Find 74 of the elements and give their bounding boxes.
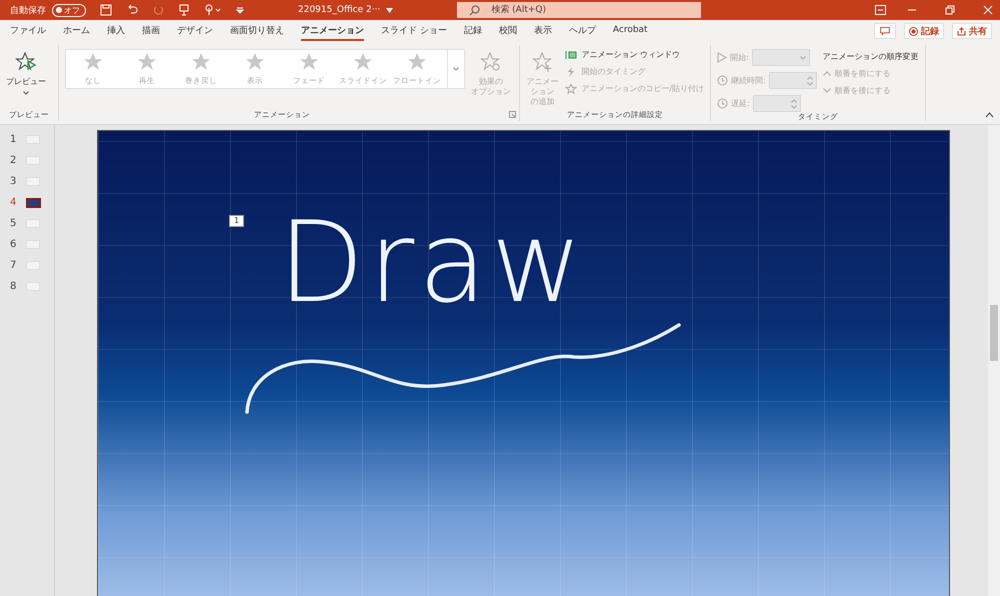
chevron-down-icon	[23, 91, 29, 95]
star-icon	[407, 52, 427, 72]
spin-arrows-icon	[790, 98, 797, 108]
clock-icon	[717, 98, 728, 109]
record-icon	[909, 26, 918, 36]
close-icon[interactable]	[983, 5, 993, 15]
preview-button[interactable]: プレビュー	[6, 49, 46, 95]
start-dropdown[interactable]	[752, 49, 810, 66]
chevron-down-icon	[822, 88, 831, 93]
autosave-toggle[interactable]: オフ	[52, 4, 86, 16]
ribbon-tab[interactable]: ファイル	[10, 22, 46, 40]
star-icon	[137, 52, 157, 72]
star-icon	[299, 52, 319, 72]
slide-number: 7	[10, 260, 18, 271]
ribbon-command[interactable]: アニメーション ウィンドウ	[565, 49, 704, 60]
field-label: 継続時間:	[731, 75, 766, 86]
customize-icon[interactable]	[236, 6, 244, 14]
slide-thumbnail[interactable]	[26, 198, 41, 208]
ribbon-tab[interactable]: ホーム	[63, 22, 90, 40]
ribbon-tab[interactable]: 表示	[534, 22, 552, 40]
field-label: 遅延:	[731, 98, 750, 109]
ribbon-tab[interactable]: 描画	[142, 22, 160, 40]
slide-number: 1	[10, 134, 18, 145]
ribbon-display-icon[interactable]	[875, 5, 886, 15]
share-icon	[957, 26, 966, 36]
star-icon	[191, 52, 211, 72]
search-icon	[469, 5, 480, 16]
ribbon-tab[interactable]: ヘルプ	[568, 22, 596, 40]
ribbon-tab[interactable]: 校閲	[498, 22, 517, 40]
ribbon-tab[interactable]: スライド ショー	[381, 22, 447, 40]
comment-icon[interactable]	[874, 23, 896, 39]
field-label: 開始:	[730, 52, 749, 63]
vertical-scrollbar[interactable]	[988, 125, 1000, 596]
handwritten-text[interactable]: Draw	[278, 201, 587, 325]
save-icon[interactable]	[100, 4, 112, 16]
file-name[interactable]: 220915_Office 2···	[298, 5, 380, 15]
reorder-title: アニメーションの順序変更	[822, 51, 919, 62]
slide-number: 6	[10, 239, 18, 250]
slide-number: 4	[10, 197, 18, 208]
star-gear-icon	[480, 51, 502, 73]
play-icon	[717, 52, 727, 63]
search-field[interactable]: 検索 (Alt+Q)	[457, 2, 702, 18]
spin-arrows-icon	[806, 76, 813, 86]
ribbon-tab[interactable]: 画面切り替え	[230, 22, 284, 40]
animation-order-tag[interactable]: 1	[229, 215, 244, 227]
star-plus-icon	[532, 51, 554, 73]
restore-icon[interactable]	[945, 5, 955, 15]
ribbon-tab[interactable]: 記録	[464, 22, 482, 40]
pane-icon	[565, 50, 578, 60]
touch-mode-icon[interactable]	[204, 4, 222, 16]
clock-icon	[717, 75, 728, 86]
presentation-icon[interactable]	[178, 4, 190, 16]
collapse-ribbon-icon[interactable]	[985, 112, 994, 118]
star-outline-icon	[565, 84, 578, 94]
slide-number: 5	[10, 218, 18, 229]
dialog-launcher-icon[interactable]	[509, 111, 516, 118]
ribbon-tab[interactable]: 挿入	[107, 22, 125, 40]
chevron-down-icon	[453, 67, 459, 71]
autosave-label: 自動保存	[10, 4, 46, 16]
slide-number: 2	[10, 155, 18, 166]
caret-icon[interactable]	[386, 8, 394, 12]
star-icon	[245, 52, 265, 72]
chevron-up-icon	[822, 71, 831, 76]
star-icon	[353, 52, 373, 72]
record-button[interactable]: 記録	[904, 23, 944, 39]
star-icon	[83, 52, 103, 72]
star-play-icon	[15, 51, 37, 73]
share-button[interactable]: 共有	[952, 23, 992, 39]
slide-number: 8	[10, 281, 18, 292]
ribbon-tab[interactable]: デザイン	[177, 22, 213, 40]
undo-icon[interactable]	[126, 4, 138, 16]
slide-number: 3	[10, 176, 18, 187]
ribbon-tab[interactable]: Acrobat	[612, 23, 648, 39]
chevron-down-icon	[800, 56, 806, 60]
